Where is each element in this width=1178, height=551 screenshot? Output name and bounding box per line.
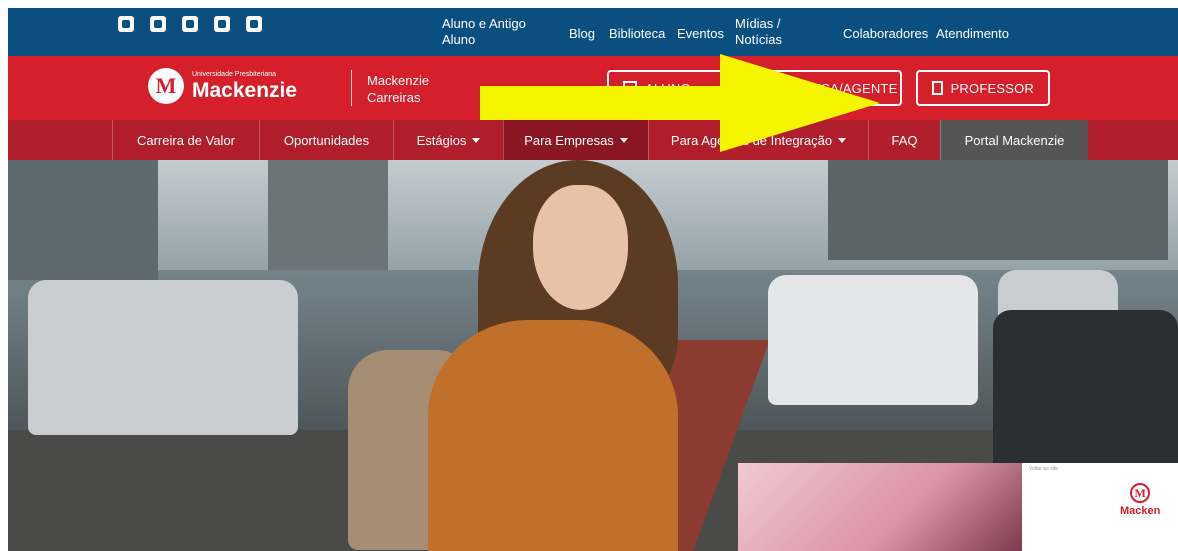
nav-oportunidades[interactable]: Oportunidades (259, 120, 393, 160)
nav-portal-mackenzie[interactable]: Portal Mackenzie (940, 120, 1088, 160)
professor-button[interactable]: PROFESSOR (916, 70, 1050, 106)
top-utility-bar: Aluno e Antigo Aluno Blog Biblioteca Eve… (8, 8, 1178, 56)
building-icon (762, 81, 766, 95)
logo-subtitle: Universidade Presbiteriana (192, 71, 277, 78)
link-blog[interactable]: Blog (569, 26, 595, 42)
link-colaboradores[interactable]: Colaboradores (843, 26, 928, 42)
empresa-agente-button[interactable]: EMPRESA/AGENTE (746, 70, 902, 106)
student-icon (623, 81, 637, 95)
car (28, 280, 298, 435)
link-midias-noticias[interactable]: Mídias / Notícias (735, 16, 782, 48)
link-aluno-antigo-aluno[interactable]: Aluno e Antigo Aluno (442, 16, 532, 48)
chevron-down-icon (472, 137, 481, 143)
top-links: Aluno e Antigo Aluno Blog Biblioteca Eve… (8, 8, 1178, 56)
link-atendimento[interactable]: Atendimento (936, 26, 1009, 42)
main-navigation: Carreira de Valor Oportunidades Estágios… (8, 120, 1178, 160)
page: Aluno e Antigo Aluno Blog Biblioteca Eve… (0, 0, 1178, 551)
hero-image: Voltar ao site M Macken (8, 160, 1178, 551)
chevron-down-icon (838, 137, 847, 143)
mackenzie-logo[interactable]: M Universidade Presbiteriana Mackenzie (148, 68, 297, 104)
nav-para-empresas[interactable]: Para Empresas (503, 120, 648, 160)
popup-image (738, 463, 1022, 551)
nav-carreira-de-valor[interactable]: Carreira de Valor (112, 120, 259, 160)
link-eventos[interactable]: Eventos (677, 26, 724, 42)
logo-title: Mackenzie (192, 79, 298, 102)
link-biblioteca[interactable]: Biblioteca (609, 26, 665, 42)
teacher-icon (932, 81, 943, 95)
aluno-button[interactable]: ALUNO (607, 70, 745, 106)
nav-estagios[interactable]: Estágios (393, 120, 503, 160)
main-header: M Universidade Presbiteriana Mackenzie M… (8, 56, 1178, 120)
site-name[interactable]: Mackenzie Carreiras (367, 72, 429, 106)
header-divider (351, 70, 352, 106)
nav-para-agentes-de-integracao[interactable]: Para Agentes de Integração (648, 120, 868, 160)
popup-logo: M Macken (1120, 483, 1160, 517)
logo-mark: M (148, 68, 184, 104)
back-to-site-link[interactable]: Voltar ao site (1029, 466, 1058, 472)
nav-faq[interactable]: FAQ (868, 120, 940, 160)
popup-preview[interactable]: Voltar ao site M Macken (738, 463, 1178, 551)
chevron-down-icon (619, 137, 628, 143)
